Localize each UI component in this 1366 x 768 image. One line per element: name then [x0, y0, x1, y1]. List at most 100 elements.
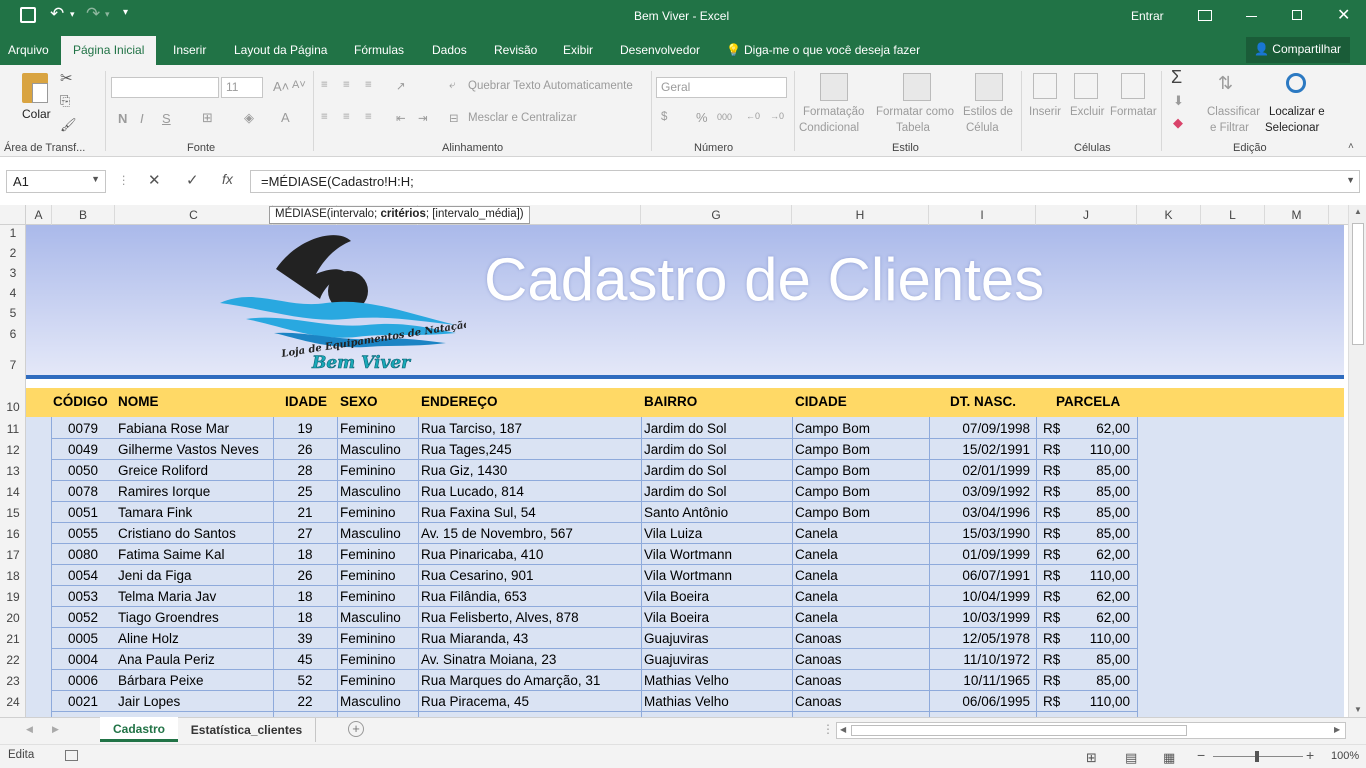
cell-code[interactable]: 0021 — [51, 691, 115, 712]
cell-installment[interactable]: 85,00 — [1066, 670, 1130, 691]
cell-district[interactable]: Mathias Velho — [644, 670, 729, 691]
cell-address[interactable]: Rua Giz, 1430 — [421, 460, 507, 481]
cell-name[interactable]: Telma Maria Jav — [118, 586, 216, 607]
font-name-dropdown[interactable] — [111, 77, 219, 98]
zoom-in-icon[interactable]: + — [1306, 747, 1314, 763]
row-header[interactable]: 11 — [0, 422, 26, 436]
row-header[interactable]: 23 — [0, 674, 26, 688]
conditional-formatting-button-line2[interactable]: Condicional — [799, 122, 859, 134]
cell-name[interactable]: Ramires Iorque — [118, 481, 210, 502]
row-header[interactable]: 10 — [0, 400, 26, 414]
cell-address[interactable]: Rua Tarciso, 187 — [421, 418, 522, 439]
fill-color-icon[interactable]: ◈ — [244, 110, 254, 126]
format-cells-button[interactable]: Formatar — [1110, 106, 1157, 118]
row-header[interactable]: 18 — [0, 569, 26, 583]
row-header[interactable]: 21 — [0, 632, 26, 646]
cell-code[interactable]: 0050 — [51, 460, 115, 481]
cell-installment[interactable]: 85,00 — [1066, 523, 1130, 544]
collapse-ribbon-icon[interactable]: ˄ — [1348, 141, 1354, 152]
cancel-entry-icon[interactable]: ✕ — [148, 171, 161, 189]
row-header[interactable]: 20 — [0, 611, 26, 625]
cell-address[interactable]: Rua Felisberto, Alves, 878 — [421, 607, 579, 628]
cell-birth[interactable]: 02/01/1999 — [936, 460, 1030, 481]
cell-address[interactable]: Av. 15 de Novembro, 567 — [421, 523, 573, 544]
cell-currency[interactable]: R$ — [1043, 586, 1060, 607]
cell-city[interactable]: Canoas — [795, 628, 842, 649]
cell-installment[interactable]: 85,00 — [1066, 649, 1130, 670]
cell-age[interactable]: 22 — [273, 691, 337, 712]
vertical-scroll-thumb[interactable] — [1352, 223, 1364, 345]
find-select-button[interactable]: Localizar e — [1269, 106, 1325, 118]
cell-code[interactable]: 0078 — [51, 481, 115, 502]
sheet-tab-cadastro[interactable]: Cadastro — [100, 717, 178, 742]
cell-birth[interactable]: 11/10/1972 — [936, 649, 1030, 670]
sheet-tab-estatistica[interactable]: Estatística_clientes — [178, 718, 316, 742]
cell-city[interactable]: Campo Bom — [795, 460, 870, 481]
row-header[interactable]: 22 — [0, 653, 26, 667]
signin-link[interactable]: Entrar — [1131, 9, 1164, 23]
cell-city[interactable]: Campo Bom — [795, 439, 870, 460]
delete-cells-button[interactable]: Excluir — [1070, 106, 1105, 118]
cell-currency[interactable]: R$ — [1043, 439, 1060, 460]
paste-button[interactable]: Colar — [18, 71, 54, 125]
cell-age[interactable]: 18 — [273, 607, 337, 628]
cell-address[interactable]: Rua Miaranda, 43 — [421, 628, 528, 649]
cell-address[interactable]: Rua Cesarino, 901 — [421, 565, 534, 586]
align-bottom-icon[interactable]: ≡ — [365, 79, 372, 91]
column-header-l[interactable]: L — [1201, 205, 1265, 225]
cell-code[interactable]: 0049 — [51, 439, 115, 460]
cell-styles-button[interactable]: Estilos de — [963, 106, 1013, 118]
cell-district[interactable]: Jardim do Sol — [644, 481, 727, 502]
cell-age[interactable]: 25 — [273, 481, 337, 502]
currency-format-icon[interactable]: $ — [661, 111, 667, 123]
fill-icon[interactable]: ⬇ — [1173, 93, 1184, 109]
cell-district[interactable]: Vila Boeira — [644, 607, 709, 628]
cell-district[interactable]: Guajuviras — [644, 649, 709, 670]
cell-currency[interactable]: R$ — [1043, 670, 1060, 691]
bold-button[interactable]: N — [118, 111, 127, 126]
row-header[interactable]: 13 — [0, 464, 26, 478]
decrease-indent-icon[interactable]: ⇤ — [396, 111, 406, 125]
scroll-up-icon[interactable]: ▲ — [1354, 207, 1362, 216]
cell-currency[interactable]: R$ — [1043, 544, 1060, 565]
header-city[interactable]: CIDADE — [795, 394, 847, 409]
cell-sex[interactable]: Masculino — [340, 691, 401, 712]
cell-name[interactable]: Tiago Groendres — [118, 607, 219, 628]
row-header[interactable]: 7 — [0, 358, 26, 372]
cell-sex[interactable]: Masculino — [340, 607, 401, 628]
cell-age[interactable]: 27 — [273, 523, 337, 544]
column-header-g[interactable]: G — [641, 205, 792, 225]
scroll-left-icon[interactable]: ◀ — [840, 725, 846, 734]
cell-installment[interactable]: 110,00 — [1066, 628, 1130, 649]
name-box[interactable]: A1 ▼ — [6, 170, 106, 193]
align-top-icon[interactable]: ≡ — [321, 79, 328, 91]
row-header[interactable]: 3 — [0, 266, 26, 280]
cell-sex[interactable]: Feminino — [340, 628, 396, 649]
header-address[interactable]: ENDEREÇO — [421, 394, 498, 409]
tab-inserir[interactable]: Inserir — [173, 43, 206, 57]
row-header[interactable]: 12 — [0, 443, 26, 457]
cell-installment[interactable]: 62,00 — [1066, 418, 1130, 439]
copy-icon[interactable]: ⎘ — [60, 93, 70, 109]
cell-sex[interactable]: Feminino — [340, 544, 396, 565]
cell-name[interactable]: Fatima Saime Kal — [118, 544, 225, 565]
cell-code[interactable]: 0051 — [51, 502, 115, 523]
cell-installment[interactable]: 85,00 — [1066, 460, 1130, 481]
cell-currency[interactable]: R$ — [1043, 628, 1060, 649]
cell-currency[interactable]: R$ — [1043, 649, 1060, 670]
cell-installment[interactable]: 85,00 — [1066, 502, 1130, 523]
row-header[interactable]: 19 — [0, 590, 26, 604]
cell-sex[interactable]: Feminino — [340, 670, 396, 691]
cell-city[interactable]: Canela — [795, 586, 838, 607]
orientation-icon[interactable]: ↗ — [396, 79, 406, 93]
cell-name[interactable]: Ana Paula Periz — [118, 649, 215, 670]
row-header[interactable]: 5 — [0, 306, 26, 320]
cell-age[interactable]: 39 — [273, 628, 337, 649]
worksheet-grid[interactable]: Loja de Equipamentos de Natação Bem Vive… — [26, 225, 1344, 717]
cell-birth[interactable]: 15/03/1990 — [936, 523, 1030, 544]
cell-district[interactable]: Guajuviras — [644, 628, 709, 649]
cell-currency[interactable]: R$ — [1043, 418, 1060, 439]
align-right-icon[interactable]: ≡ — [365, 111, 372, 123]
borders-icon[interactable]: ⊞ — [202, 110, 213, 126]
cell-installment[interactable]: 110,00 — [1066, 691, 1130, 712]
